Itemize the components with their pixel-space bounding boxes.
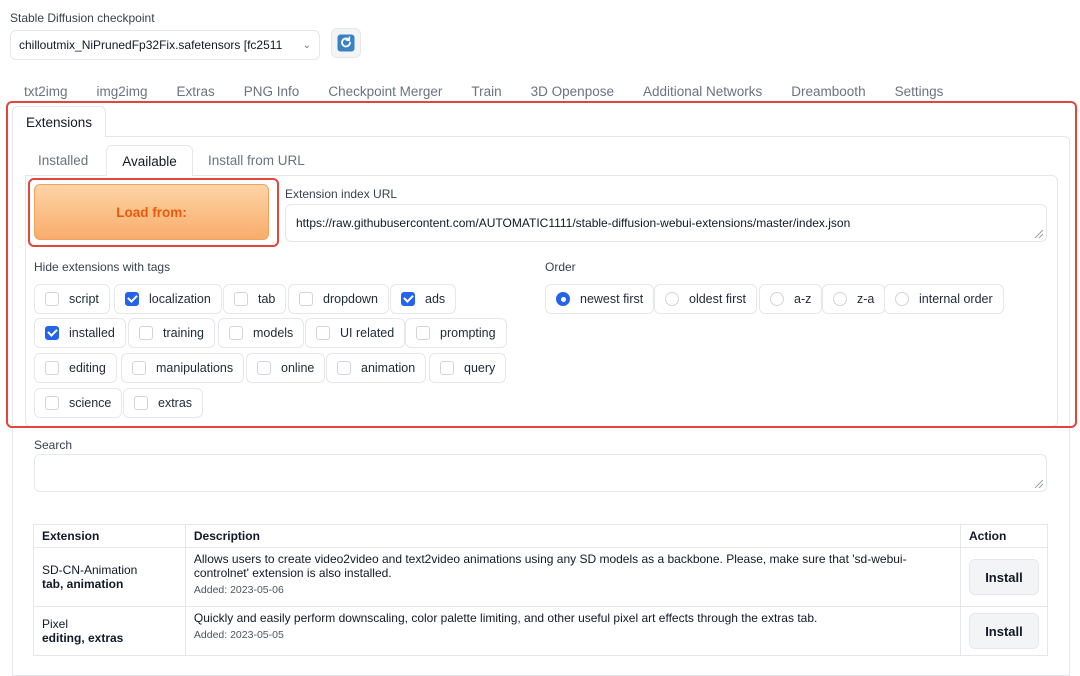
- search-label: Search: [34, 438, 73, 452]
- install-button[interactable]: Install: [968, 559, 1039, 595]
- subtab-install-from-url[interactable]: Install from URL: [208, 153, 305, 168]
- tag-checkbox-extras[interactable]: extras: [123, 388, 204, 418]
- checkbox-checked-icon: [125, 292, 139, 306]
- tag-checkbox-animation[interactable]: animation: [326, 353, 427, 383]
- checkpoint-value: chilloutmix_NiPrunedFp32Fix.safetensors …: [19, 38, 283, 52]
- checkbox-icon: [139, 326, 153, 340]
- tab-train[interactable]: Train: [471, 84, 530, 99]
- action-cell: Install: [959, 547, 1049, 607]
- refresh-icon: [337, 34, 355, 52]
- column-header-extension: Extension: [33, 524, 186, 548]
- extension-added-date: Added: 2023-05-05: [193, 629, 284, 641]
- tag-checkbox-online[interactable]: online: [246, 353, 326, 383]
- tag-checkbox-localization[interactable]: localization: [114, 284, 222, 314]
- tag-checkbox-tab[interactable]: tab: [223, 284, 287, 314]
- checkbox-icon: [416, 326, 430, 340]
- search-input[interactable]: [34, 454, 1047, 492]
- checkbox-icon: [440, 361, 454, 375]
- refresh-checkpoint-button[interactable]: [331, 28, 361, 58]
- tag-checkbox-script[interactable]: script: [34, 284, 110, 314]
- checkbox-icon: [234, 292, 248, 306]
- checkbox-checked-icon: [401, 292, 415, 306]
- tab-3d-openpose[interactable]: 3D Openpose: [531, 84, 643, 99]
- subtab-available[interactable]: Available: [106, 145, 193, 176]
- extension-name-link[interactable]: SD-CN-Animation: [42, 563, 137, 577]
- tag-checkbox-dropdown[interactable]: dropdown: [288, 284, 389, 314]
- install-button[interactable]: Install: [968, 613, 1039, 649]
- extension-name-cell: SD-CN-Animation tab, animation: [33, 547, 186, 607]
- description-cell: Allows users to create video2video and t…: [184, 547, 961, 607]
- column-header-action: Action: [959, 524, 1049, 548]
- radio-icon: [895, 292, 909, 306]
- extension-description: Allows users to create video2video and t…: [193, 552, 907, 580]
- tag-checkbox-models[interactable]: models: [218, 318, 305, 348]
- order-radio-newest-first[interactable]: newest first: [545, 284, 655, 314]
- tab-additional-networks[interactable]: Additional Networks: [643, 84, 791, 99]
- checkbox-icon: [132, 361, 146, 375]
- table-row: Pixel editing, extras Quickly and easily…: [33, 606, 1049, 656]
- chevron-down-icon: ⌄: [302, 39, 311, 51]
- extension-name-cell: Pixel editing, extras: [33, 606, 186, 656]
- index-url-label: Extension index URL: [285, 187, 398, 201]
- order-label: Order: [545, 260, 576, 274]
- checkbox-icon: [257, 361, 271, 375]
- tag-checkbox-prompting[interactable]: prompting: [405, 318, 507, 348]
- checkpoint-select[interactable]: chilloutmix_NiPrunedFp32Fix.safetensors …: [10, 30, 320, 60]
- tag-checkbox-ui-related[interactable]: UI related: [305, 318, 406, 348]
- checkbox-icon: [299, 292, 313, 306]
- resize-grip-icon[interactable]: [1035, 230, 1043, 238]
- tag-checkbox-query[interactable]: query: [429, 353, 507, 383]
- extensions-table: Extension Description Action SD-CN-Anima…: [33, 524, 1049, 656]
- checkbox-icon: [45, 396, 59, 410]
- checkpoint-label: Stable Diffusion checkpoint: [10, 11, 155, 25]
- action-cell: Install: [959, 606, 1049, 656]
- tag-checkbox-science[interactable]: science: [34, 388, 123, 418]
- index-url-input[interactable]: https://raw.githubusercontent.com/AUTOMA…: [285, 204, 1047, 242]
- table-row: SD-CN-Animation tab, animation Allows us…: [33, 547, 1049, 607]
- checkbox-icon: [134, 396, 148, 410]
- tag-checkbox-ads[interactable]: ads: [390, 284, 457, 314]
- checkbox-icon: [229, 326, 243, 340]
- subtab-installed[interactable]: Installed: [38, 153, 88, 168]
- checkbox-icon: [45, 361, 59, 375]
- radio-icon: [770, 292, 784, 306]
- tab-txt2img[interactable]: txt2img: [24, 84, 97, 99]
- order-radio-a-z[interactable]: a-z: [759, 284, 823, 314]
- checkbox-icon: [337, 361, 351, 375]
- index-url-value: https://raw.githubusercontent.com/AUTOMA…: [296, 216, 851, 230]
- tag-checkbox-editing[interactable]: editing: [34, 353, 117, 383]
- description-cell: Quickly and easily perform downscaling, …: [184, 606, 961, 656]
- tab-dreambooth[interactable]: Dreambooth: [791, 84, 894, 99]
- tab-img2img[interactable]: img2img: [97, 84, 177, 99]
- checkbox-icon: [316, 326, 330, 340]
- checkbox-checked-icon: [45, 326, 59, 340]
- radio-selected-icon: [556, 292, 570, 306]
- order-radio-internal-order[interactable]: internal order: [884, 284, 1004, 314]
- tab-png-info[interactable]: PNG Info: [244, 84, 329, 99]
- order-radio-z-a[interactable]: z-a: [822, 284, 886, 314]
- radio-icon: [665, 292, 679, 306]
- tab-checkpoint-merger[interactable]: Checkpoint Merger: [328, 84, 471, 99]
- tag-checkbox-training[interactable]: training: [128, 318, 215, 348]
- table-header-row: Extension Description Action: [33, 524, 1049, 548]
- order-radio-oldest-first[interactable]: oldest first: [654, 284, 757, 314]
- tag-checkbox-installed[interactable]: installed: [34, 318, 126, 348]
- extension-added-date: Added: 2023-05-06: [193, 584, 284, 596]
- tab-extensions[interactable]: Extensions: [12, 106, 106, 137]
- column-header-description: Description: [184, 524, 961, 548]
- hide-tags-label: Hide extensions with tags: [34, 260, 171, 274]
- extension-description: Quickly and easily perform downscaling, …: [193, 611, 818, 625]
- resize-grip-icon[interactable]: [1035, 480, 1043, 488]
- tab-extras[interactable]: Extras: [177, 84, 244, 99]
- load-from-button[interactable]: Load from:: [34, 184, 269, 240]
- radio-icon: [833, 292, 847, 306]
- tab-settings[interactable]: Settings: [895, 84, 973, 99]
- checkbox-icon: [45, 292, 59, 306]
- extension-tags: tab, animation: [42, 577, 124, 591]
- extension-tags: editing, extras: [42, 631, 124, 645]
- tag-checkbox-manipulations[interactable]: manipulations: [121, 353, 245, 383]
- main-tabs: txt2img img2img Extras PNG Info Checkpoi…: [24, 84, 972, 99]
- extension-name-link[interactable]: Pixel: [42, 617, 68, 631]
